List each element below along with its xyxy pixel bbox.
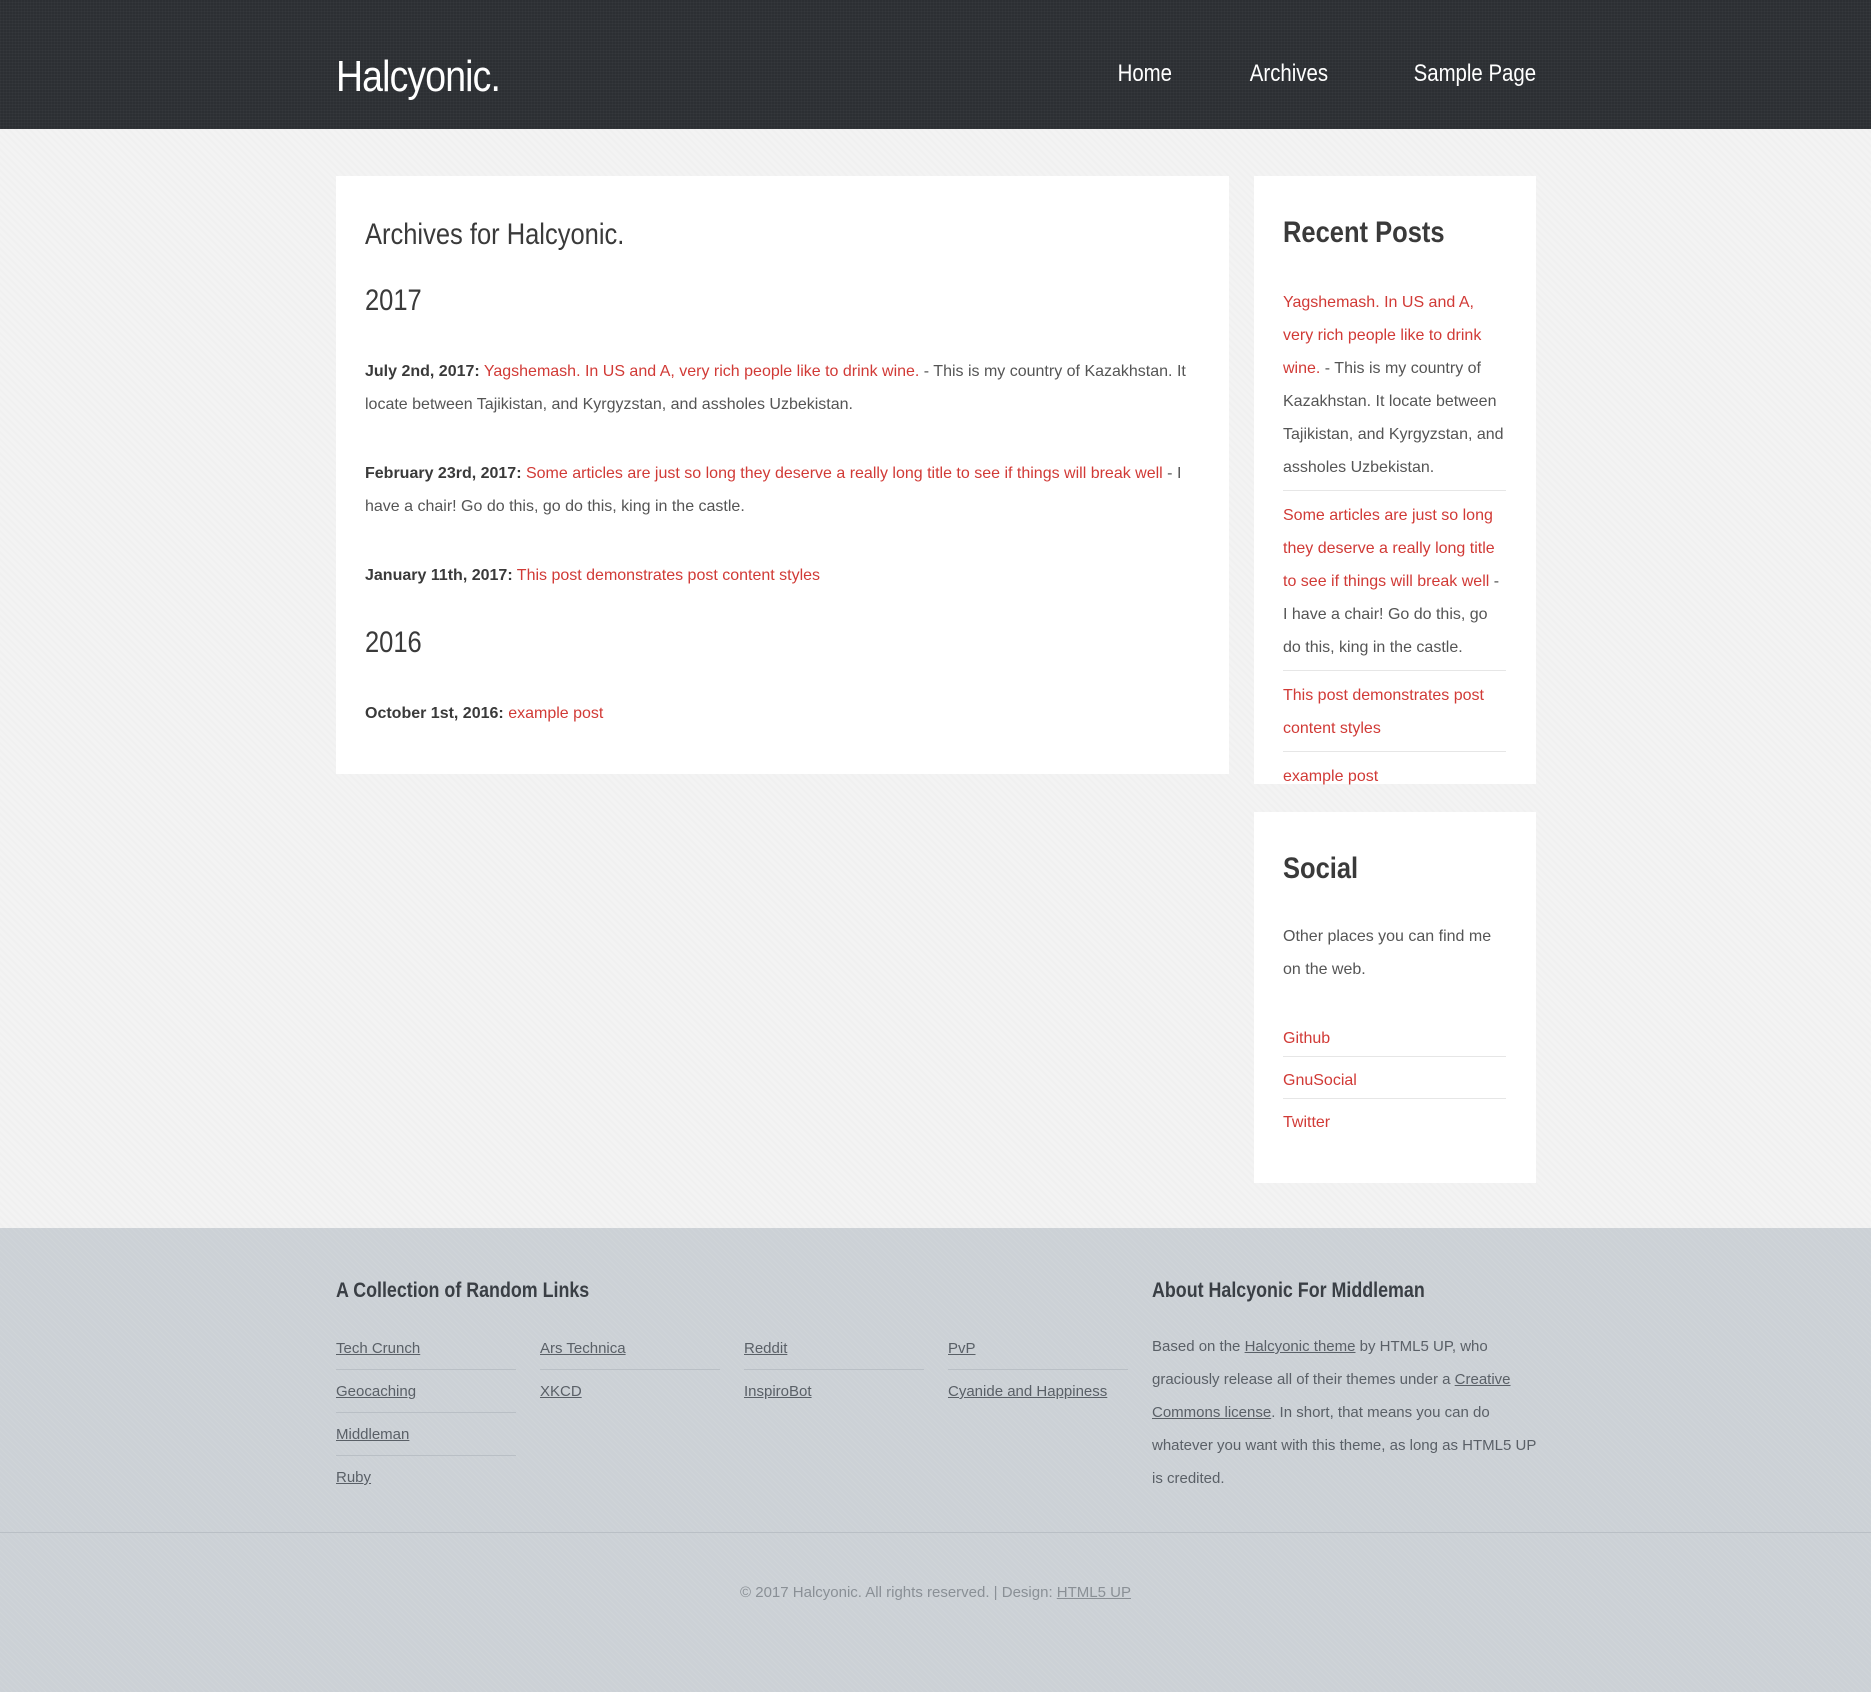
recent-post-item: Some articles are just so long they dese… xyxy=(1283,499,1506,671)
footer-link[interactable]: Reddit xyxy=(744,1340,787,1357)
social-link-github[interactable]: Github xyxy=(1283,1030,1330,1047)
copyright: © 2017 Halcyonic. All rights reserved. |… xyxy=(0,1584,1871,1601)
entry-date: October 1st, 2016: xyxy=(365,705,504,722)
footer-divider xyxy=(0,1532,1871,1533)
recent-post-link[interactable]: example post xyxy=(1283,768,1378,785)
social-links-list: Github GnuSocial Twitter xyxy=(1283,1023,1506,1148)
links-column: Reddit InspiroBot xyxy=(744,1334,924,1419)
footer-link-item: Cyanide and Happiness xyxy=(948,1377,1128,1412)
about-text: Based on the Halcyonic theme by HTML5 UP… xyxy=(1152,1330,1540,1495)
footer-link[interactable]: Ruby xyxy=(336,1469,371,1486)
social-link-item: Github xyxy=(1283,1023,1506,1057)
nav-sample-page[interactable]: Sample Page xyxy=(1414,60,1536,88)
recent-post-link[interactable]: This post demonstrates post content styl… xyxy=(1283,687,1484,737)
social-description: Other places you can find me on the web. xyxy=(1283,928,1492,978)
main-nav: Home Archives Sample Page xyxy=(1044,60,1536,88)
recent-post-item: Yagshemash. In US and A, very rich peopl… xyxy=(1283,286,1506,491)
recent-post-link[interactable]: Some articles are just so long they dese… xyxy=(1283,507,1495,590)
social-link-gnusocial[interactable]: GnuSocial xyxy=(1283,1072,1357,1089)
archive-entry: January 11th, 2017: This post demonstrat… xyxy=(365,559,1205,592)
entry-link[interactable]: example post xyxy=(508,705,603,722)
entry-date: February 23rd, 2017: xyxy=(365,465,522,482)
social-link-twitter[interactable]: Twitter xyxy=(1283,1114,1330,1131)
links-title: A Collection of Random Links xyxy=(336,1279,590,1302)
footer-link-item: PvP xyxy=(948,1334,1128,1370)
recent-posts-title: Recent Posts xyxy=(1283,216,1445,249)
recent-posts-widget: Recent Posts Yagshemash. In US and A, ve… xyxy=(1254,176,1536,785)
footer-link[interactable]: Ars Technica xyxy=(540,1340,626,1357)
entry-date: January 11th, 2017: xyxy=(365,567,513,584)
footer-link-item: XKCD xyxy=(540,1377,720,1412)
site-logo[interactable]: Halcyonic. xyxy=(336,52,501,102)
site-footer: A Collection of Random Links Tech Crunch… xyxy=(0,1228,1871,1692)
recent-post-item: This post demonstrates post content styl… xyxy=(1283,679,1506,752)
footer-link[interactable]: XKCD xyxy=(540,1383,582,1400)
links-column: Tech Crunch Geocaching Middleman Ruby xyxy=(336,1334,516,1505)
about-text-part: Based on the xyxy=(1152,1338,1245,1355)
footer-link-item: Tech Crunch xyxy=(336,1334,516,1370)
entry-date: July 2nd, 2017: xyxy=(365,363,480,380)
design-credit-link[interactable]: HTML5 UP xyxy=(1057,1584,1131,1601)
footer-link-item: Reddit xyxy=(744,1334,924,1370)
about-title: About Halcyonic For Middleman xyxy=(1152,1279,1425,1302)
footer-link[interactable]: Geocaching xyxy=(336,1383,416,1400)
footer-link[interactable]: InspiroBot xyxy=(744,1383,812,1400)
footer-link[interactable]: Tech Crunch xyxy=(336,1340,420,1357)
nav-archives[interactable]: Archives xyxy=(1250,60,1328,88)
year-heading-2017: 2017 xyxy=(365,284,422,317)
footer-link-item: Middleman xyxy=(336,1420,516,1456)
archives-content: Archives for Halcyonic. 2017 July 2nd, 2… xyxy=(336,176,1229,774)
entry-link[interactable]: Some articles are just so long they dese… xyxy=(526,465,1163,482)
archive-entry: February 23rd, 2017: Some articles are j… xyxy=(365,457,1205,523)
footer-link[interactable]: Middleman xyxy=(336,1426,409,1443)
halcyonic-theme-link[interactable]: Halcyonic theme xyxy=(1245,1338,1356,1355)
links-column: PvP Cyanide and Happiness xyxy=(948,1334,1128,1419)
footer-link[interactable]: PvP xyxy=(948,1340,976,1357)
recent-post-excerpt: - This is my country of Kazakhstan. It l… xyxy=(1283,360,1504,476)
links-column: Ars Technica XKCD xyxy=(540,1334,720,1419)
entry-link[interactable]: This post demonstrates post content styl… xyxy=(517,567,820,584)
year-heading-2016: 2016 xyxy=(365,626,422,659)
archive-entry: October 1st, 2016: example post xyxy=(365,697,1205,730)
site-header: Halcyonic. Home Archives Sample Page xyxy=(0,0,1871,129)
social-widget: Social Other places you can find me on t… xyxy=(1254,812,1536,1183)
social-link-item: GnuSocial xyxy=(1283,1065,1506,1099)
footer-link-item: Ruby xyxy=(336,1463,516,1498)
footer-link-item: InspiroBot xyxy=(744,1377,924,1412)
recent-post-item: example post xyxy=(1283,760,1506,799)
entry-link[interactable]: Yagshemash. In US and A, very rich peopl… xyxy=(484,363,919,380)
footer-link[interactable]: Cyanide and Happiness xyxy=(948,1383,1107,1400)
page-title: Archives for Halcyonic. xyxy=(365,218,625,251)
nav-home[interactable]: Home xyxy=(1117,60,1171,88)
archive-entry: July 2nd, 2017: Yagshemash. In US and A,… xyxy=(365,355,1205,421)
footer-link-item: Ars Technica xyxy=(540,1334,720,1370)
copyright-text: © 2017 Halcyonic. All rights reserved. |… xyxy=(740,1584,1057,1601)
social-link-item: Twitter xyxy=(1283,1107,1506,1140)
recent-posts-list: Yagshemash. In US and A, very rich peopl… xyxy=(1283,286,1506,807)
footer-link-item: Geocaching xyxy=(336,1377,516,1413)
social-title: Social xyxy=(1283,852,1359,885)
